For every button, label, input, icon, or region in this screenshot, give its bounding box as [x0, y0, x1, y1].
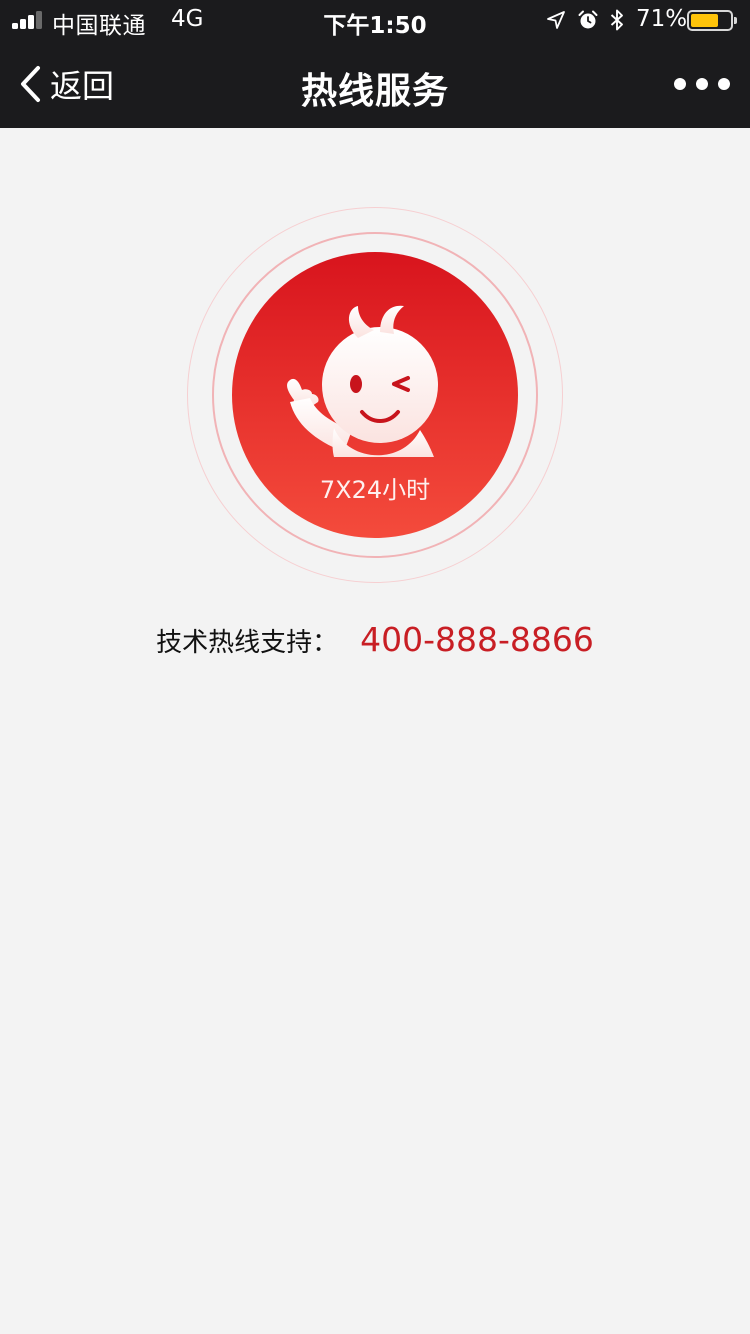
bluetooth-icon: [610, 9, 623, 31]
battery-level: [691, 14, 718, 27]
battery-icon: [687, 10, 737, 31]
more-button[interactable]: [674, 68, 730, 100]
battery-percent: 71%: [636, 6, 688, 32]
hotline-badge: 7X24小时: [187, 207, 563, 583]
more-dots-icon: [674, 78, 686, 90]
badge-caption: 7X24小时: [319, 476, 431, 504]
location-arrow-icon: [547, 11, 565, 29]
status-bar: 中国联通 4G 下午1:50 71%: [0, 0, 750, 40]
hotline-row: 技术热线支持： 400-888-8866: [0, 620, 750, 666]
nav-bar: 返回 热线服务: [0, 40, 750, 128]
hotline-label: 技术热线支持：: [156, 628, 339, 658]
alarm-icon: [578, 10, 598, 29]
hotline-number-link[interactable]: 400-888-8866: [360, 620, 594, 659]
badge-disc: 7X24小时: [232, 252, 518, 538]
page-title: 热线服务: [300, 71, 449, 112]
